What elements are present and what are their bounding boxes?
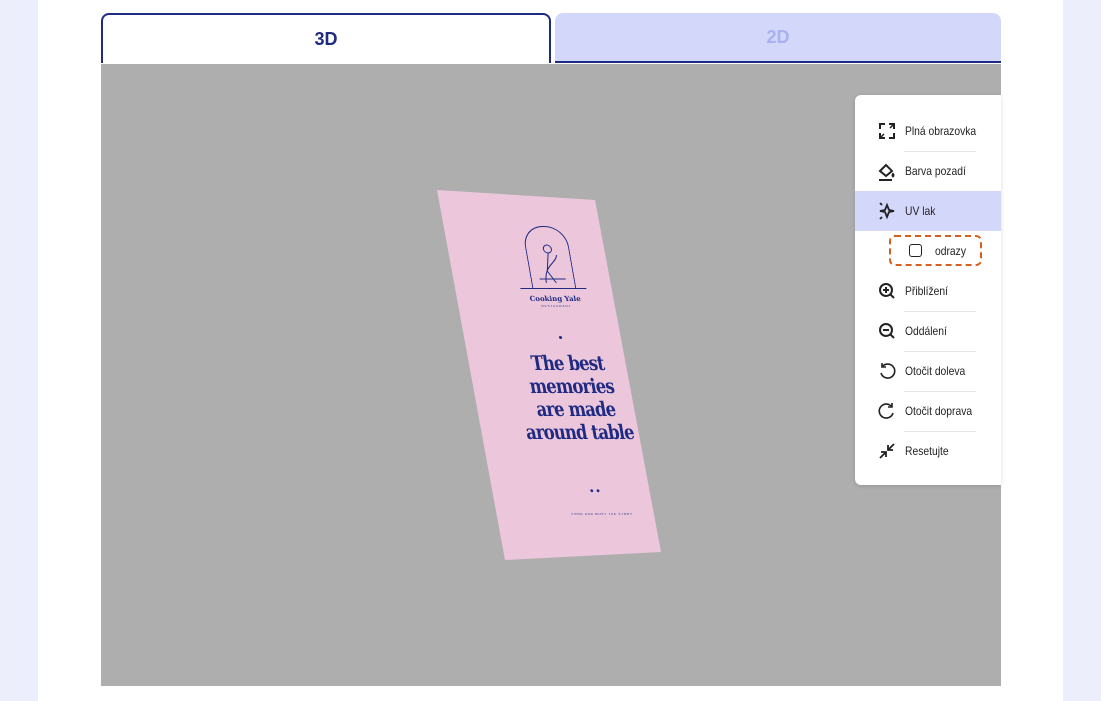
fullscreen-icon [875, 119, 899, 143]
zoom-in-label: Přiblížení [905, 284, 949, 298]
right-margin [1063, 0, 1101, 701]
poster-brand-sub: RESTAURANT [541, 304, 572, 308]
fullscreen-button[interactable]: Plná obrazovka [855, 111, 1001, 151]
reset-label: Resetujte [905, 444, 949, 458]
rotate-left-label: Otočit doleva [905, 364, 966, 378]
left-margin [0, 0, 38, 701]
uv-lak-button[interactable]: UV lak [855, 191, 1001, 231]
headline-line-4: around table [523, 420, 636, 444]
poster-footer: FOOD AND MUST THE STORY [571, 512, 634, 516]
reflections-checkbox[interactable] [909, 244, 922, 257]
sparkle-icon [875, 199, 899, 223]
arch-base-line [520, 288, 587, 289]
poster-dot [558, 336, 563, 339]
reflections-checkbox-item[interactable]: odrazy [889, 235, 982, 266]
reflections-label: odrazy [935, 243, 966, 258]
headline-line-1: The best [529, 351, 606, 375]
tab-3d[interactable]: 3D [101, 13, 551, 63]
rotate-left-icon [875, 359, 899, 383]
rotate-left-button[interactable]: Otočit doleva [855, 351, 1001, 391]
background-color-button[interactable]: Barva pozadí [855, 151, 1001, 191]
zoom-out-label: Oddálení [905, 324, 947, 338]
poster-brand: Cooking Yale [528, 294, 582, 303]
fullscreen-label: Plná obrazovka [905, 124, 977, 138]
rotate-right-label: Otočit doprava [905, 404, 973, 418]
rotate-right-icon [875, 399, 899, 423]
viewer-controls-panel: Plná obrazovka Barva pozadí UV lak Přibl… [855, 95, 1001, 485]
background-color-label: Barva pozadí [905, 164, 966, 178]
zoom-out-icon [875, 319, 899, 343]
rotate-right-button[interactable]: Otočit doprava [855, 391, 1001, 431]
reset-button[interactable]: Resetujte [855, 431, 1001, 471]
uv-lak-label: UV lak [905, 204, 936, 218]
poster-headline: The best memories are made around table [508, 351, 639, 444]
poster-preview[interactable]: Cooking Yale RESTAURANT The best memorie… [437, 190, 661, 560]
arch-illustration [521, 226, 577, 289]
poster-artwork: Cooking Yale RESTAURANT The best memorie… [475, 190, 661, 560]
zoom-out-button[interactable]: Oddálení [855, 311, 1001, 351]
poster-dots: • • [589, 486, 601, 497]
view-tabs: 3D 2D [101, 13, 1001, 64]
headline-line-2: memories [527, 374, 616, 398]
headline-line-3: are made [534, 397, 618, 421]
zoom-in-icon [875, 279, 899, 303]
tab-2d[interactable]: 2D [555, 13, 1001, 63]
paint-bucket-icon [875, 159, 899, 183]
collapse-arrows-icon [875, 439, 899, 463]
zoom-in-button[interactable]: Přiblížení [855, 271, 1001, 311]
